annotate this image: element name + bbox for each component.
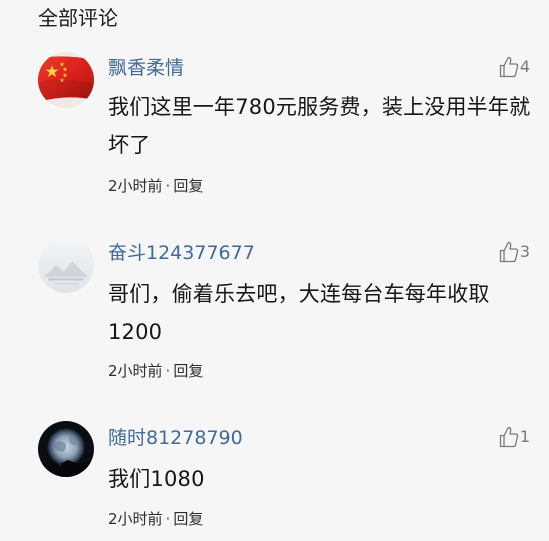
comment-username[interactable]: 奋斗124377677 <box>108 240 255 266</box>
default-avatar-icon <box>38 237 94 293</box>
comment-meta: 2小时前 · 回复 <box>108 508 203 530</box>
comment-text: 哥们，偷着乐去吧，大连每台车每年收取1200 <box>108 282 490 344</box>
meta-separator: · <box>165 510 171 528</box>
china-flag-avatar-icon <box>38 52 94 108</box>
like-button[interactable]: 4 <box>499 55 530 79</box>
night-earth-avatar-icon <box>38 421 94 477</box>
avatar[interactable] <box>38 52 94 108</box>
like-button[interactable]: 1 <box>499 425 530 449</box>
comment-meta: 2小时前 · 回复 <box>108 360 203 382</box>
thumbs-up-icon <box>499 56 519 78</box>
comment-time: 2小时前 <box>108 362 163 380</box>
like-count: 3 <box>519 242 530 261</box>
avatar[interactable] <box>38 237 94 293</box>
like-count: 1 <box>519 427 530 446</box>
avatar[interactable] <box>38 421 94 477</box>
comment-time: 2小时前 <box>108 510 163 528</box>
meta-separator: · <box>165 177 171 195</box>
comment-username[interactable]: 飘香柔情 <box>108 55 184 81</box>
meta-separator: · <box>165 362 171 380</box>
like-button[interactable]: 3 <box>499 240 530 264</box>
comment-text: 我们1080 <box>108 467 205 491</box>
comment-time: 2小时前 <box>108 177 163 195</box>
thumbs-up-icon <box>499 241 519 263</box>
reply-button[interactable]: 回复 <box>173 510 203 528</box>
comment-text: 我们这里一年780元服务费，装上没用半年就坏了 <box>108 95 531 157</box>
reply-button[interactable]: 回复 <box>173 177 203 195</box>
comments-section-title: 全部评论 <box>38 6 118 30</box>
comment-meta: 2小时前 · 回复 <box>108 175 203 197</box>
reply-button[interactable]: 回复 <box>173 362 203 380</box>
thumbs-up-icon <box>499 426 519 448</box>
comment-username[interactable]: 随时81278790 <box>108 425 243 451</box>
like-count: 4 <box>519 57 530 76</box>
